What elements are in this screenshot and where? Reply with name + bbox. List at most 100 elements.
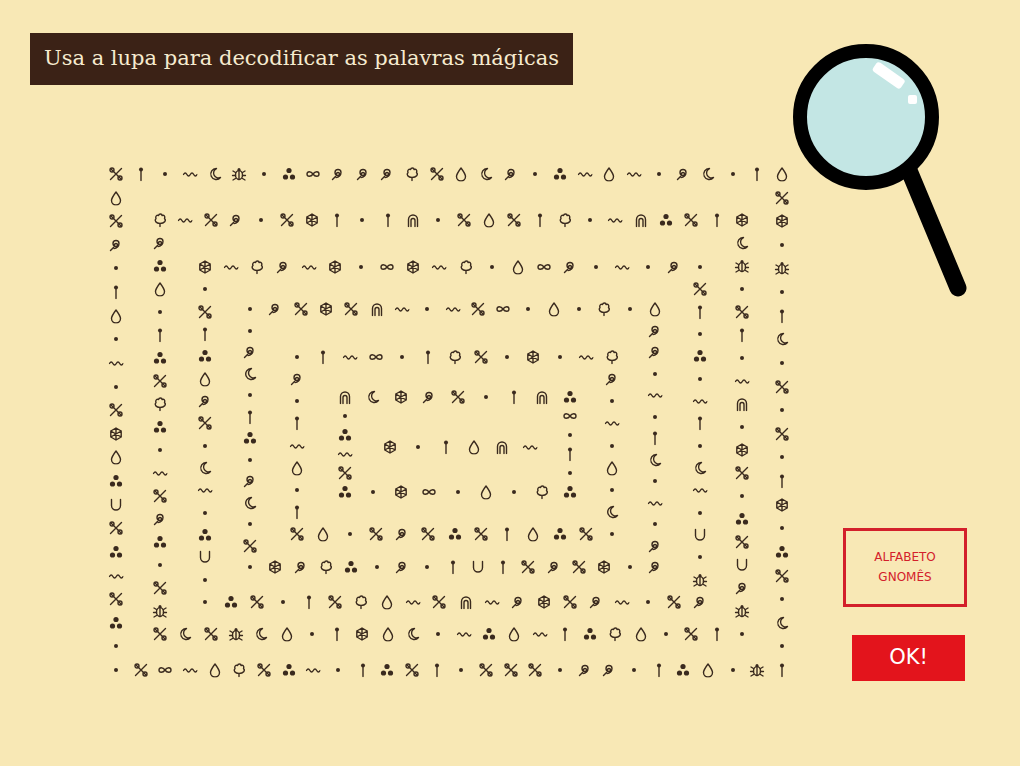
gnome-glyph-icon	[659, 627, 674, 642]
gnome-glyph-icon	[557, 213, 572, 228]
gnome-glyph-icon	[338, 485, 353, 500]
gnome-glyph-icon	[572, 302, 587, 317]
gnome-glyph-icon	[279, 627, 294, 642]
gnome-glyph-icon	[735, 397, 750, 412]
gnome-glyph-icon	[355, 167, 370, 182]
gnome-glyph-icon	[456, 213, 471, 228]
gnome-glyph-icon	[725, 167, 740, 182]
gnome-glyph-icon	[232, 663, 247, 678]
gnome-glyph-icon	[395, 527, 410, 542]
gnome-glyph-icon	[198, 371, 213, 386]
gnome-glyph-icon	[577, 167, 592, 182]
gnome-glyph-icon	[203, 213, 218, 228]
gnome-glyph-icon	[445, 560, 460, 575]
gnome-glyph-icon	[648, 388, 663, 403]
gnome-glyph-icon	[342, 350, 357, 365]
gnome-glyph-icon	[701, 663, 716, 678]
gnome-glyph-icon	[510, 595, 525, 610]
gnome-glyph-icon	[290, 482, 305, 497]
gnome-glyph-icon	[406, 595, 421, 610]
gnome-glyph-icon	[153, 489, 168, 504]
gnome-glyph-icon	[775, 379, 790, 394]
gnome-glyph-icon	[605, 504, 620, 519]
gnome-glyph-icon	[429, 167, 444, 182]
gnome-glyph-icon	[380, 213, 395, 228]
gnome-glyph-icon	[153, 627, 168, 642]
gnome-glyph-icon	[521, 302, 536, 317]
gnome-glyph-icon	[775, 355, 790, 370]
gnome-glyph-icon	[198, 349, 213, 364]
gnome-glyph-icon	[648, 517, 663, 532]
gnome-glyph-icon	[775, 544, 790, 559]
gnome-glyph-icon	[109, 167, 124, 182]
gnome-glyph-icon	[109, 450, 124, 465]
gnome-glyph-icon	[207, 167, 222, 182]
gnome-glyph-icon	[338, 409, 353, 424]
gnome-glyph-icon	[640, 595, 655, 610]
gnome-glyph-icon	[588, 260, 603, 275]
gnome-glyph-icon	[268, 302, 283, 317]
gnome-glyph-icon	[183, 167, 198, 182]
gnome-glyph-icon	[243, 323, 258, 338]
gnome-glyph-icon	[254, 213, 269, 228]
gnome-glyph-icon	[563, 390, 578, 405]
gnome-glyph-icon	[224, 595, 239, 610]
gnome-glyph-icon	[588, 595, 603, 610]
gnome-glyph-icon	[338, 428, 353, 443]
gnome-glyph-icon	[445, 302, 460, 317]
gnome-glyph-icon	[109, 308, 124, 323]
gnome-glyph-icon	[394, 485, 409, 500]
gnome-glyph-icon	[198, 438, 213, 453]
gnome-glyph-icon	[368, 527, 383, 542]
gnome-glyph-icon	[578, 527, 593, 542]
gnome-glyph-icon	[109, 379, 124, 394]
gnome-glyph-icon	[735, 604, 750, 619]
button-label: OK!	[889, 642, 928, 674]
gnome-glyph-icon	[198, 260, 213, 275]
gnome-glyph-icon	[454, 167, 469, 182]
gnome-glyph-icon	[198, 327, 213, 342]
gnome-glyph-icon	[507, 627, 522, 642]
gnome-glyph-icon	[608, 213, 623, 228]
gnome-glyph-icon	[693, 394, 708, 409]
gnome-glyph-icon	[546, 560, 561, 575]
gnome-glyph-icon	[693, 371, 708, 386]
gnome-glyph-icon	[479, 167, 494, 182]
gnome-glyph-icon	[640, 260, 655, 275]
gnome-glyph-icon	[302, 595, 317, 610]
gnome-glyph-icon	[316, 527, 331, 542]
gnome-glyph-icon	[775, 237, 790, 252]
gnome-glyph-icon	[198, 282, 213, 297]
gnome-glyph-icon	[281, 663, 296, 678]
gnome-glyph-icon	[583, 213, 598, 228]
gnome-glyph-icon	[380, 260, 395, 275]
gnome-glyph-icon	[290, 438, 305, 453]
gnome-glyph-icon	[243, 345, 258, 360]
gnome-glyph-icon	[546, 302, 561, 317]
gnome-glyph-icon	[693, 260, 708, 275]
gnome-glyph-icon	[701, 167, 716, 182]
gnome-glyph-icon	[198, 304, 213, 319]
gnome-glyph-icon	[648, 409, 663, 424]
gnome-glyph-icon	[198, 550, 213, 565]
gnome-glyph-icon	[243, 474, 258, 489]
gnome-glyph-icon	[420, 560, 435, 575]
alphabet-button[interactable]: ALFABETO GNOMÊS	[843, 528, 967, 607]
gnome-glyph-icon	[447, 350, 462, 365]
gnome-glyph-icon	[355, 627, 370, 642]
gnome-glyph-icon	[478, 390, 493, 405]
gnome-glyph-icon	[406, 213, 421, 228]
gnome-glyph-icon	[406, 260, 421, 275]
gnome-glyph-icon	[775, 167, 790, 182]
gnome-glyph-icon	[552, 350, 567, 365]
gnome-glyph-icon	[342, 527, 357, 542]
gnome-glyph-icon	[775, 497, 790, 512]
gnome-glyph-icon	[109, 639, 124, 654]
magnifier-icon[interactable]	[780, 40, 980, 300]
gnome-glyph-icon	[243, 560, 258, 575]
gnome-glyph-icon	[153, 259, 168, 274]
gnome-glyph-icon	[368, 350, 383, 365]
gnome-glyph-icon	[328, 595, 343, 610]
gnome-glyph-icon	[153, 535, 168, 550]
ok-button[interactable]: OK!	[852, 635, 965, 681]
